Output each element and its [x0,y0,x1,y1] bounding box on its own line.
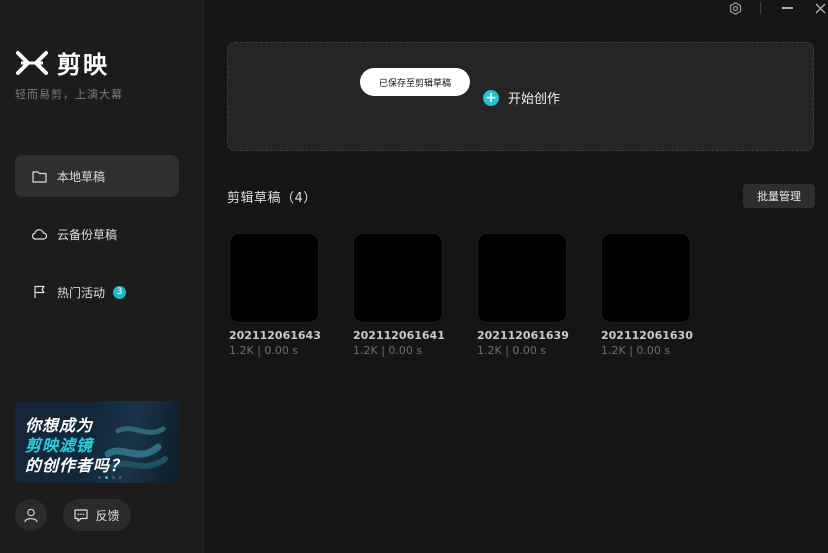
settings-icon[interactable] [727,0,743,16]
plus-icon: + [483,89,499,106]
sidebar-item-label: 热门活动 [57,285,106,300]
folder-icon [31,168,47,184]
draft-card[interactable]: 202112061639 1.2K | 0.00 s [477,233,569,357]
flag-icon [31,284,47,300]
sidebar-item-local-drafts[interactable]: 本地草稿 [15,155,179,197]
banner-dot[interactable] [119,476,122,479]
start-create-label: 开始创作 [508,92,561,107]
drafts-section-title: 剪辑草稿（4） [227,191,317,206]
draft-name: 202112061641 [353,329,445,342]
banner-dot[interactable] [105,476,108,479]
sidebar-item-label: 本地草稿 [57,169,106,184]
draft-name: 202112061630 [601,329,693,342]
sidebar: 剪映 轻而易剪，上演大幕 本地草稿 云备份草稿 热门活动 3 你想成为 剪映滤镜… [0,0,204,553]
start-create-button[interactable]: + 开始创作 [483,88,560,107]
sidebar-item-cloud-drafts[interactable]: 云备份草稿 [15,213,179,255]
draft-thumbnail[interactable] [477,233,567,323]
notification-badge: 3 [113,285,127,299]
draft-card[interactable]: 202112061643 1.2K | 0.00 s [229,233,321,357]
draft-meta: 1.2K | 0.00 s [477,344,547,357]
banner-text-line3: 的创作者吗？ [25,456,128,475]
draft-thumbnail[interactable] [601,233,691,323]
saved-toast: 已保存至剪辑草稿 [360,68,470,96]
draft-name: 202112061643 [229,329,321,342]
banner-pagination[interactable] [98,476,122,479]
draft-thumbnail[interactable] [229,233,319,323]
message-icon [74,508,89,522]
banner-dot[interactable] [98,476,101,479]
minimize-icon[interactable] [778,0,796,16]
app-name: 剪映 [57,51,109,79]
user-avatar-button[interactable] [15,499,47,531]
sidebar-item-label: 云备份草稿 [57,227,118,242]
draft-card[interactable]: 202112061630 1.2K | 0.00 s [601,233,693,357]
cloud-icon [31,226,47,242]
capcut-logo-icon [16,50,48,75]
sidebar-item-hot-events[interactable]: 热门活动 3 [15,271,179,313]
feedback-button[interactable]: 反馈 [63,499,131,531]
draft-meta: 1.2K | 0.00 s [353,344,423,357]
draft-name: 202112061639 [477,329,569,342]
close-icon[interactable] [812,0,828,16]
promo-banner[interactable]: 你想成为 剪映滤镜 的创作者吗？ [15,401,179,483]
title-divider [760,2,761,14]
feedback-label: 反馈 [95,508,120,523]
app-logo: 剪映 [15,45,109,80]
draft-meta: 1.2K | 0.00 s [601,344,671,357]
create-area[interactable]: 已保存至剪辑草稿 + 开始创作 [227,42,814,151]
draft-meta: 1.2K | 0.00 s [229,344,299,357]
draft-card[interactable]: 202112061641 1.2K | 0.00 s [353,233,445,357]
user-icon [24,508,38,523]
app-slogan: 轻而易剪，上演大幕 [15,88,123,101]
banner-dot[interactable] [112,476,115,479]
draft-thumbnail[interactable] [353,233,443,323]
batch-manage-button[interactable]: 批量管理 [743,184,815,208]
